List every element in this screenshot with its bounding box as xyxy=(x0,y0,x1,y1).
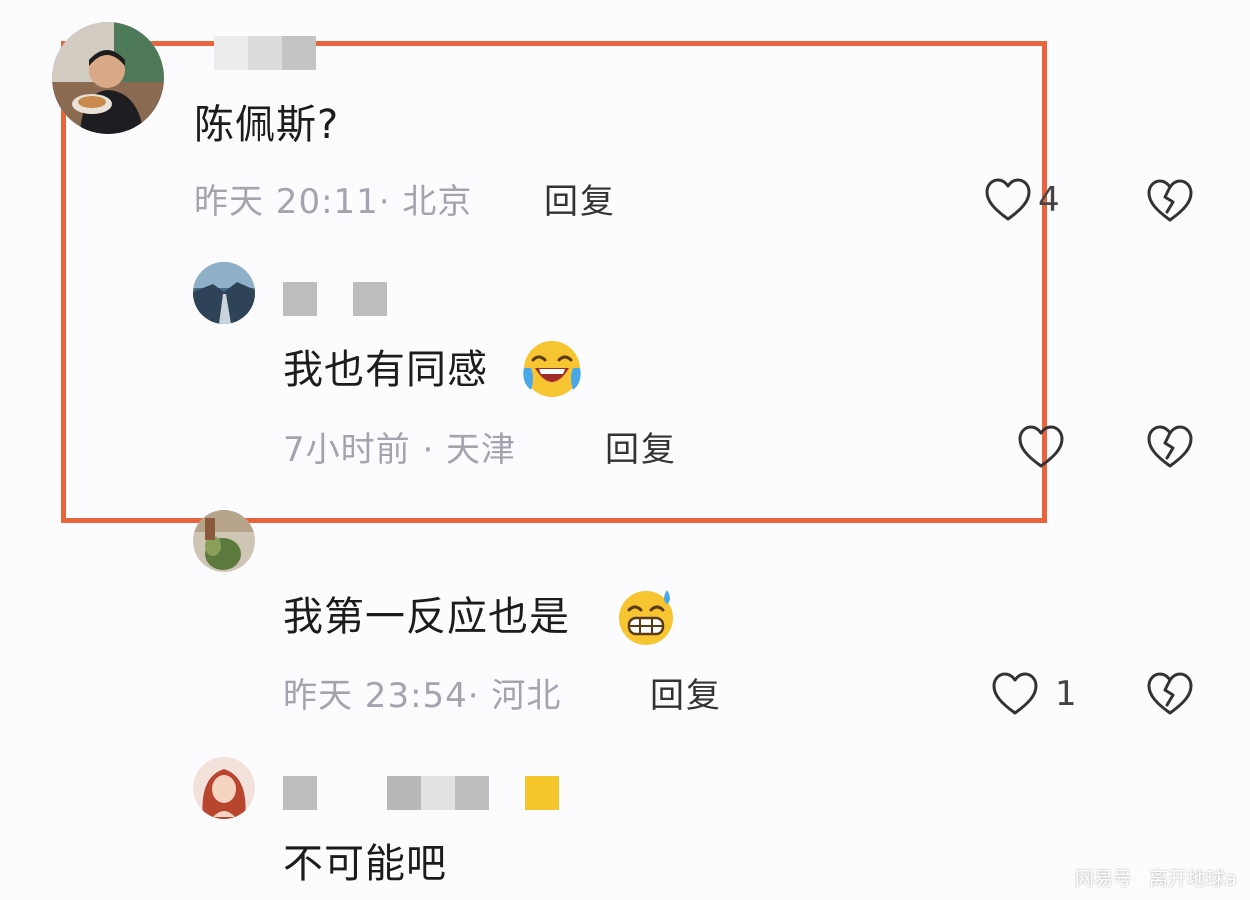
watermark-brand: 网易号 xyxy=(1075,868,1133,890)
comment-text: 不可能吧 xyxy=(283,841,447,887)
username-masked[interactable] xyxy=(283,776,559,810)
avatar-photo xyxy=(193,510,255,572)
like-count: 1 xyxy=(1055,674,1077,714)
username-masked[interactable] xyxy=(214,36,316,70)
avatar-photo xyxy=(52,22,164,134)
heart-outline-icon xyxy=(992,672,1038,715)
heart-outline-icon xyxy=(985,178,1031,221)
broken-heart-icon xyxy=(1147,179,1193,222)
watermark: 网易号 离开地球a xyxy=(1075,864,1237,891)
comment-meta: 昨天 20:11· 北京 xyxy=(194,182,473,222)
dislike-button[interactable] xyxy=(1146,424,1194,474)
broken-heart-icon xyxy=(1147,672,1193,715)
comment-text: 我第一反应也是 xyxy=(283,594,570,640)
comment-text: 我也有同感 xyxy=(283,347,488,393)
like-button[interactable]: 4 xyxy=(984,177,1060,223)
like-button[interactable] xyxy=(1017,424,1065,470)
avatar[interactable] xyxy=(193,757,255,819)
dislike-button[interactable] xyxy=(1146,178,1194,228)
watermark-author: 离开地球a xyxy=(1149,868,1237,890)
avatar-photo xyxy=(193,757,255,819)
like-count: 4 xyxy=(1038,180,1060,220)
avatar-photo xyxy=(193,262,255,324)
like-button[interactable]: 1 xyxy=(991,671,1077,717)
laughing-crying-emoji-icon xyxy=(523,341,581,397)
broken-heart-icon xyxy=(1147,425,1193,468)
comment-meta: 昨天 23:54· 河北 xyxy=(283,676,562,716)
avatar[interactable] xyxy=(52,22,164,134)
reply-button[interactable]: 回复 xyxy=(650,676,722,716)
avatar[interactable] xyxy=(193,262,255,324)
reply-button[interactable]: 回复 xyxy=(605,430,677,470)
comment-text: 陈佩斯? xyxy=(194,102,340,148)
watermark-divider xyxy=(1140,871,1142,887)
avatar[interactable] xyxy=(193,510,255,572)
dislike-button[interactable] xyxy=(1146,671,1194,721)
comment-meta: 7小时前 · 天津 xyxy=(283,430,517,470)
username-masked[interactable] xyxy=(283,282,387,316)
grinning-sweat-emoji-icon xyxy=(619,590,673,645)
heart-outline-icon xyxy=(1018,425,1064,468)
reply-button[interactable]: 回复 xyxy=(544,182,616,222)
